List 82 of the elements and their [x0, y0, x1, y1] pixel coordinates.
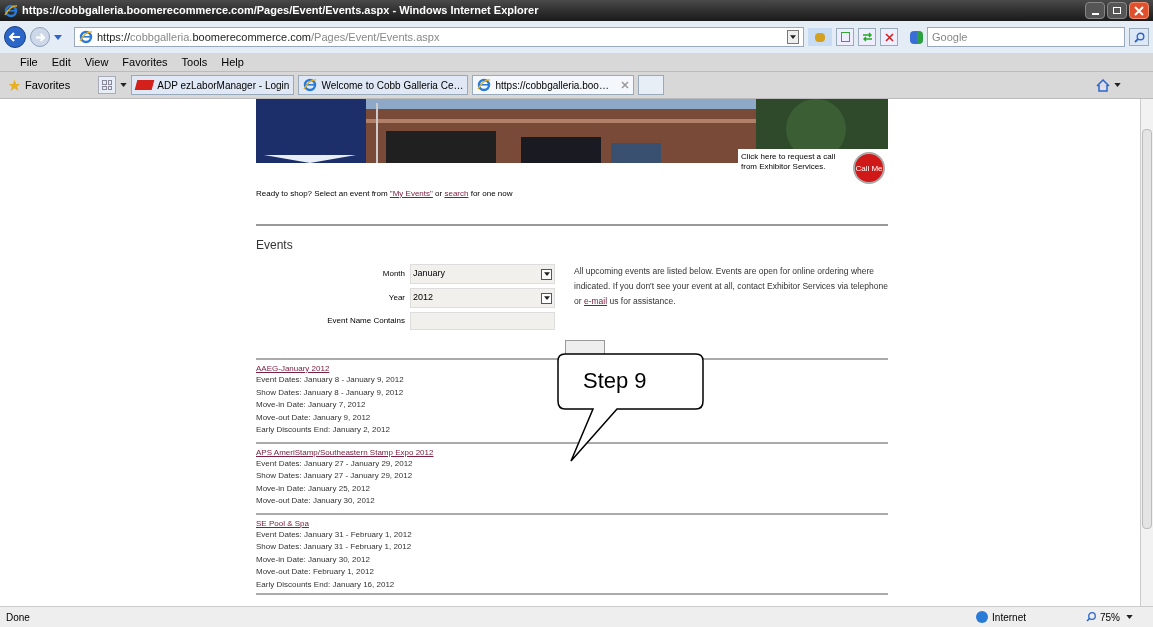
- caret-icon[interactable]: [790, 35, 796, 39]
- field-label: Month: [382, 268, 406, 280]
- search-link[interactable]: search: [444, 189, 469, 198]
- my-events-link[interactable]: "My Events": [389, 189, 433, 198]
- event-detail: Move-in Date: January 25, 2012: [256, 482, 370, 495]
- close-button[interactable]: [1129, 2, 1149, 19]
- text-field[interactable]: [410, 312, 556, 330]
- browser-tab[interactable]: ADP ezLaborManager - Login: [131, 75, 295, 95]
- menu-item[interactable]: Edit: [51, 53, 71, 71]
- caret-icon[interactable]: [1114, 83, 1121, 87]
- event-detail: Event Dates: January 8 - January 9, 2012: [256, 374, 404, 386]
- select-field[interactable]: January: [410, 264, 556, 284]
- intro-text: Ready to shop? Select an event from "My Events" or search for one now: [256, 188, 514, 200]
- event-detail: Move-out Date: February 1, 2012: [256, 566, 374, 578]
- event-detail: Move-in Date: January 7, 2012: [256, 399, 366, 411]
- info-text: All upcoming events are listed below. Events are open for online ordering where indicated. If you don't see your event at all, contact Exhibitor Services via telephone or e-mail us for assistance.: [574, 265, 888, 308]
- event-detail: Show Dates: January 31 - February 1, 2012: [256, 541, 412, 553]
- event-link[interactable]: APS AmeriStamp/Southeastern Stamp Expo 2012: [256, 446, 434, 458]
- menu-item[interactable]: File: [20, 53, 38, 71]
- caret-icon[interactable]: [120, 83, 128, 87]
- favorites-button[interactable]: Favorites: [25, 76, 71, 94]
- stop-button[interactable]: [880, 28, 898, 46]
- event-detail: Early Discounts End: January 16, 2012: [256, 578, 395, 591]
- event-detail: Early Discounts End: January 2, 2012: [256, 424, 390, 436]
- dropdown-button[interactable]: [541, 268, 553, 280]
- minimize-button[interactable]: [1085, 2, 1105, 19]
- zoom-icon[interactable]: [1086, 612, 1096, 622]
- browser-icon: [303, 78, 318, 92]
- event-detail: Event Dates: January 31 - February 1, 2012: [256, 528, 412, 541]
- caret-icon[interactable]: [543, 272, 550, 276]
- browser-icon: [477, 78, 492, 92]
- menu-item[interactable]: View: [84, 53, 109, 71]
- refresh-icon[interactable]: [861, 32, 873, 42]
- address-field[interactable]: https://cobbgalleria.boomerecommerce.com/Pages/Event/Events.aspx: [74, 27, 804, 47]
- browser-icon: [79, 30, 93, 44]
- event-link[interactable]: AAEG-January 2012: [256, 363, 330, 374]
- menu-item[interactable]: Tools: [181, 53, 208, 71]
- menu-item[interactable]: Help: [221, 53, 244, 71]
- event-detail: Show Dates: January 8 - January 9, 2012: [256, 386, 404, 399]
- star-icon[interactable]: [8, 78, 21, 92]
- scrollbar[interactable]: [1140, 99, 1153, 606]
- browser-tab[interactable]: https://cobbgalleria.boo…: [472, 75, 634, 95]
- email-link[interactable]: e-mail: [583, 296, 608, 306]
- field-label: Year: [388, 292, 406, 304]
- call-me-text: Click here to request a call from Exhibitor Services.: [741, 152, 837, 172]
- event-detail: Move-in Date: January 30, 2012: [256, 553, 370, 566]
- home-icon[interactable]: [1096, 78, 1110, 92]
- browser-tab[interactable]: Welcome to Cobb Galleria Ce…: [298, 75, 469, 95]
- status-text: Done: [6, 610, 30, 625]
- event-detail: Show Dates: January 27 - January 29, 2012: [256, 470, 413, 482]
- search-field[interactable]: Google: [927, 27, 1125, 47]
- event-link[interactable]: SE Pool & Spa: [256, 517, 309, 529]
- zone-text: Internet: [992, 610, 1026, 625]
- dropdown-button[interactable]: [541, 292, 553, 304]
- arrow-left-icon[interactable]: [9, 32, 21, 42]
- dropdown-button[interactable]: [787, 30, 799, 44]
- globe-icon: [976, 611, 989, 623]
- search-icon[interactable]: [1133, 31, 1145, 43]
- refresh-button[interactable]: [858, 28, 876, 46]
- restore-button[interactable]: [1107, 2, 1127, 19]
- zoom-button[interactable]: 75%: [1100, 609, 1120, 625]
- event-detail: Move-out Date: January 9, 2012: [256, 411, 371, 424]
- search-button[interactable]: [1129, 28, 1149, 46]
- page-heading: Events: [256, 237, 294, 254]
- back-button[interactable]: [4, 26, 26, 48]
- select-field[interactable]: 2012: [410, 288, 556, 308]
- url-text: https://cobbgalleria.boomerecommerce.com/Pages/Event/Events.aspx: [97, 29, 440, 45]
- caret-icon[interactable]: [543, 296, 550, 300]
- close-icon[interactable]: [620, 81, 629, 89]
- logo-icon: [910, 30, 923, 44]
- logo-icon: [134, 80, 155, 90]
- browser-icon: [4, 3, 18, 18]
- event-detail: Event Dates: January 27 - January 29, 2012: [256, 457, 413, 470]
- menu-item[interactable]: Favorites: [122, 53, 168, 71]
- event-detail: Move-out Date: January 30, 2012: [256, 495, 375, 507]
- callout-text: Step 9: [583, 369, 647, 393]
- feed-icon[interactable]: [836, 28, 854, 46]
- call-me-button[interactable]: Call Me: [853, 152, 885, 184]
- window-title: https://cobbgalleria.boomerecommerce.com/Pages/Event/Events.aspx - Windows Internet Explorer: [22, 3, 539, 19]
- field-label: Event Name Contains: [327, 315, 406, 327]
- caret-icon[interactable]: [1126, 615, 1133, 619]
- stop-icon[interactable]: [884, 32, 894, 42]
